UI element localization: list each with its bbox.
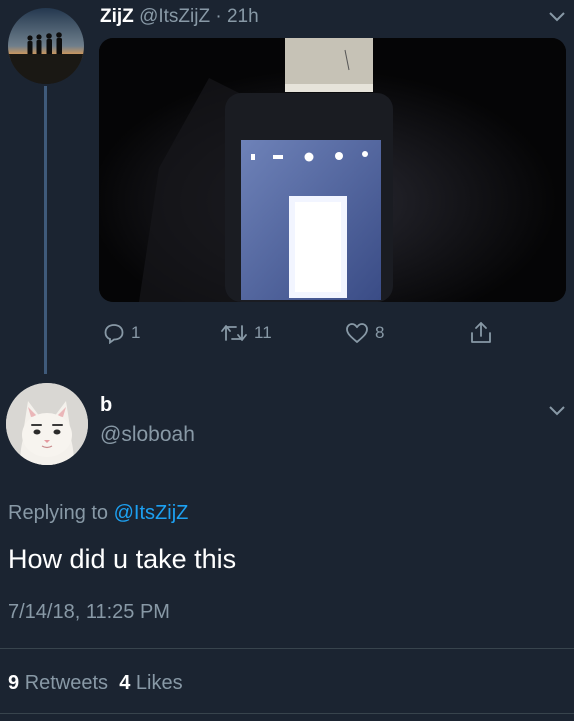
like-action[interactable]: 8 (345, 318, 384, 348)
avatar[interactable] (6, 383, 88, 465)
retweets-label: Retweets (24, 672, 109, 694)
avatar[interactable] (8, 8, 84, 84)
retweet-icon (221, 325, 247, 341)
display-name[interactable]: b (100, 394, 112, 417)
replying-to: Replying to @ItsZijZ (8, 502, 188, 525)
reply-count: 1 (131, 323, 141, 342)
user-handle[interactable]: @sloboah (100, 423, 195, 447)
tweet-date[interactable]: 7/14/18, 11:25 PM (8, 601, 170, 624)
reply-action[interactable]: 1 (103, 318, 140, 348)
replying-prefix: Replying to (8, 502, 109, 524)
tweet-media-image[interactable] (99, 38, 566, 302)
tweet-text: How did u take this (8, 544, 237, 574)
likes-label: Likes (135, 672, 183, 694)
likes-count: 4 (119, 672, 131, 694)
user-handle[interactable]: @ItsZijZ (139, 6, 210, 27)
share-action[interactable] (468, 318, 500, 348)
separator-dot: · (215, 6, 222, 27)
divider (0, 648, 574, 649)
retweets-stat[interactable]: 9 Retweets (8, 672, 108, 694)
thread-line (44, 86, 47, 374)
timestamp[interactable]: 21h (227, 6, 259, 27)
display-name[interactable]: ZijZ (100, 6, 134, 27)
engagement-stats: 9 Retweets 4 Likes (8, 672, 183, 695)
chevron-down-icon[interactable] (548, 404, 566, 422)
chevron-down-icon[interactable] (548, 10, 566, 28)
retweet-count: 11 (254, 323, 272, 342)
like-count: 8 (375, 323, 385, 342)
retweet-action[interactable]: 11 (220, 318, 272, 348)
like-icon (346, 323, 368, 343)
divider (0, 713, 574, 714)
retweets-count: 9 (8, 672, 20, 694)
tweet-header: ZijZ @ItsZijZ · 21h (100, 6, 259, 28)
share-icon (471, 322, 491, 343)
likes-stat[interactable]: 4 Likes (119, 672, 182, 694)
replying-to-link[interactable]: @ItsZijZ (114, 502, 189, 524)
reply-icon (104, 324, 124, 344)
